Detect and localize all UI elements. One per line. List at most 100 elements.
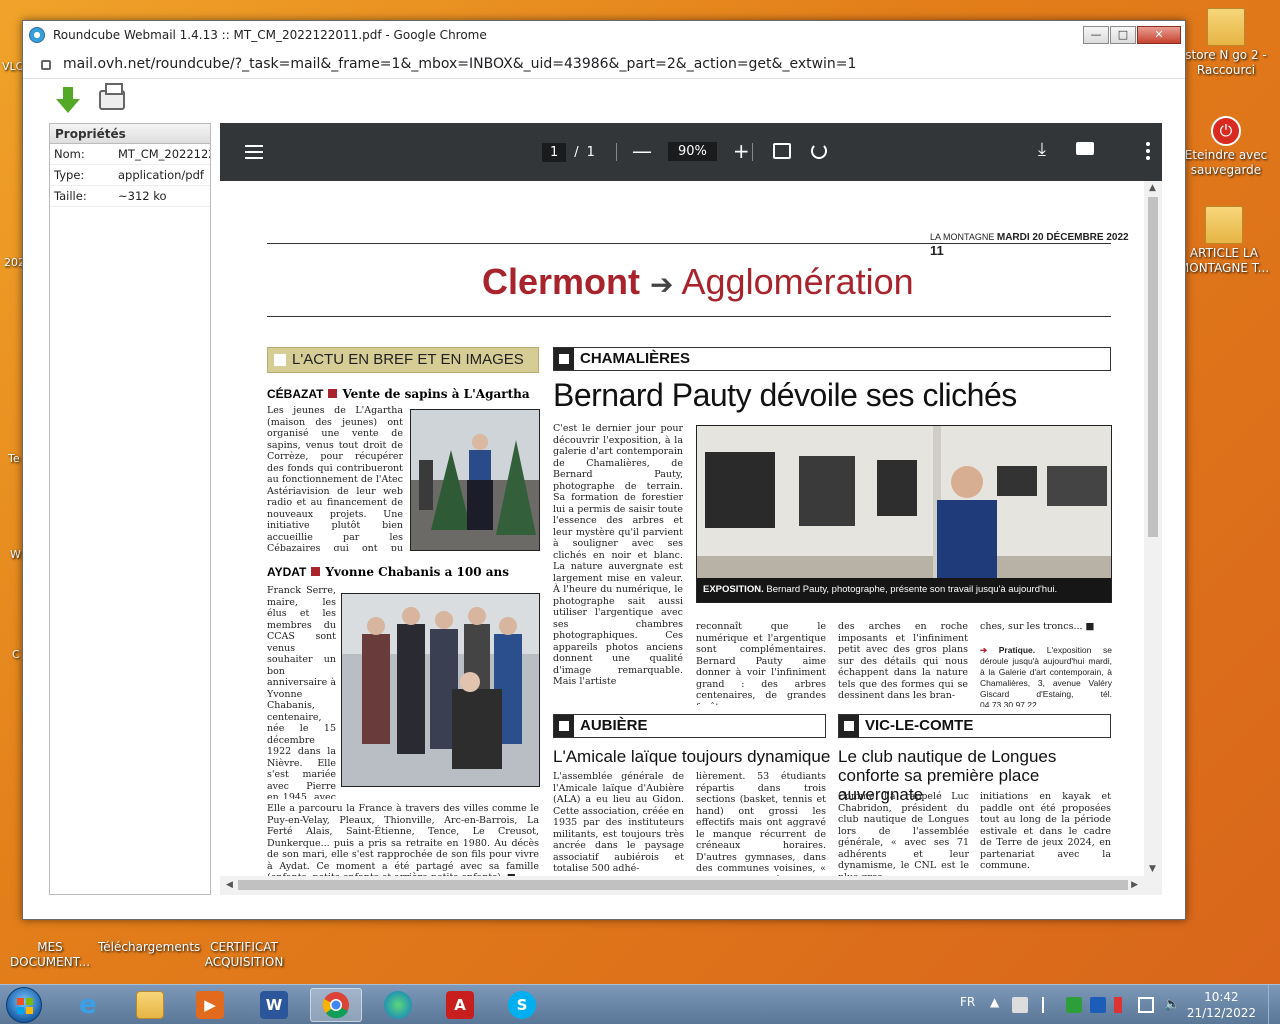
taskbar-acrobat-button[interactable]: A — [434, 988, 486, 1022]
scroll-left-icon[interactable]: ◀ — [226, 880, 233, 890]
windows-logo-icon — [17, 998, 33, 1014]
network-icon[interactable] — [1138, 997, 1154, 1013]
print-icon — [1076, 142, 1094, 155]
rotate-button[interactable] — [811, 143, 827, 159]
network-app-icon[interactable] — [1090, 997, 1106, 1013]
menu-icon[interactable] — [245, 145, 263, 159]
print-button[interactable] — [97, 83, 127, 115]
taskbar-edge-button[interactable] — [372, 988, 424, 1022]
language-indicator[interactable]: FR — [960, 995, 975, 1024]
download-button[interactable] — [53, 85, 83, 115]
vic-col1: Comme l'a rappelé Luc Chabridon, préside… — [838, 791, 969, 876]
word-icon: W — [260, 991, 288, 1019]
desktop-icon-label: store N go 2 - Raccourci — [1185, 48, 1267, 77]
page-separator: / — [574, 144, 579, 160]
brief-title: Vente de sapins à L'Agartha — [342, 387, 530, 401]
brief-text: Franck Serre, maire, les élus et les mem… — [267, 585, 336, 799]
zoom-out-button[interactable]: — — [632, 141, 652, 161]
folder-icon — [1205, 206, 1243, 244]
internet-explorer-icon: e — [79, 990, 97, 1020]
property-value: application/pdf — [118, 168, 204, 182]
rotate-icon — [811, 143, 827, 159]
flag-icon[interactable] — [1042, 997, 1058, 1013]
address-bar[interactable]: mail.ovh.net/roundcube/?_task=mail&_fram… — [23, 49, 1185, 79]
desktop-icon-label: Eteindre avec sauvegarde — [1184, 148, 1268, 177]
desktop-icon-label: Téléchargements — [98, 940, 201, 954]
maximize-button[interactable]: □ — [1110, 26, 1136, 44]
desktop-icon-certificat[interactable]: CERTIFICAT ACQUISITION — [196, 924, 292, 970]
brief-text-continued: Elle a parcouru la France à travers des … — [267, 803, 539, 876]
chrome-icon — [322, 992, 349, 1019]
taskbar-explorer-button[interactable] — [124, 988, 176, 1022]
toolbar-divider — [752, 143, 753, 161]
scroll-right-icon[interactable]: ▶ — [1131, 880, 1138, 890]
page-number: 11 — [930, 243, 944, 258]
main-article-col1: C'est le dernier jour pour découvrir l'e… — [553, 423, 683, 687]
tray-expand-icon[interactable]: ▲ — [990, 995, 999, 1024]
taskbar-media-button[interactable]: ▶ — [184, 988, 236, 1022]
caption-text: Bernard Pauty, photographe, présente son… — [766, 584, 1058, 595]
scrollbar-thumb[interactable] — [238, 880, 1128, 890]
fit-page-button[interactable] — [773, 143, 791, 159]
pratique-label: Pratique. — [998, 645, 1036, 655]
desktop-icon-article[interactable]: ARTICLE LA MONTAGNE T... — [1176, 206, 1272, 276]
download-arrow-icon — [56, 87, 80, 113]
printer-icon — [99, 83, 125, 110]
masthead: Clermont ➔ Agglomération — [482, 261, 914, 303]
header-rule — [267, 243, 1111, 244]
desktop-icon-label: CERTIFICAT ACQUISITION — [204, 940, 284, 969]
taskbar-skype-button[interactable]: S — [496, 988, 548, 1022]
zoom-in-button[interactable]: + — [733, 141, 750, 161]
url-text[interactable]: mail.ovh.net/roundcube/?_task=mail&_fram… — [63, 56, 856, 72]
clock[interactable]: 10:42 21/12/2022 — [1187, 989, 1256, 1021]
close-button[interactable]: ✕ — [1137, 26, 1181, 44]
publication-name: LA MONTAGNE — [930, 232, 995, 242]
file-explorer-icon — [136, 991, 164, 1019]
skype-icon: S — [508, 991, 536, 1019]
pdf-download-button[interactable]: ⤓ — [1038, 139, 1046, 160]
pdf-print-button[interactable] — [1076, 139, 1094, 155]
more-options-icon[interactable] — [1146, 142, 1150, 160]
scrollbar-thumb[interactable] — [1148, 197, 1158, 537]
desktop-edge-label: C — [12, 648, 20, 661]
desktop-icon-eteindre[interactable]: ⏻ Eteindre avec sauvegarde — [1178, 112, 1274, 178]
brief-title: Yvonne Chabanis a 100 ans — [325, 565, 510, 579]
taskbar-word-button[interactable]: W — [248, 988, 300, 1022]
printer-tray-icon[interactable] — [1012, 997, 1028, 1013]
aubiere-col1: L'assemblée générale de l'Amicale laïque… — [553, 771, 684, 874]
scroll-down-icon[interactable]: ▼ — [1149, 864, 1156, 874]
vertical-scrollbar[interactable]: ▲ ▼ — [1144, 181, 1162, 876]
main-article-col3: des arches en roche imposants et l'infin… — [838, 621, 968, 701]
media-player-icon: ▶ — [196, 991, 224, 1019]
properties-panel: Propriétés Nom: MT_CM_2022122011.pdf Typ… — [49, 123, 211, 895]
property-row: Type: application/pdf — [50, 165, 210, 186]
pratique-box: ➔ Pratique. L'exposition se déroule jusq… — [980, 645, 1112, 707]
zoom-input[interactable]: 90% — [668, 141, 717, 161]
roundcube-favicon-icon — [29, 27, 45, 43]
download-icon: ⤓ — [1038, 139, 1046, 160]
pdf-page: LA MONTAGNE MARDI 20 DÉCEMBRE 2022 11 Cl… — [220, 181, 1144, 876]
section-header-vic-le-comte: VIC-LE-COMTE — [838, 714, 1111, 738]
desktop-icon-telechargements[interactable]: Téléchargements — [98, 924, 200, 955]
usb-icon[interactable] — [1114, 997, 1122, 1013]
volume-icon[interactable]: 🔈 — [1164, 997, 1180, 1013]
acrobat-icon: A — [446, 991, 474, 1019]
property-row: Taille: ~312 ko — [50, 186, 210, 207]
start-button[interactable] — [6, 987, 42, 1023]
taskbar-chrome-button[interactable] — [310, 988, 362, 1022]
publication-header: LA MONTAGNE MARDI 20 DÉCEMBRE 2022 11 — [930, 232, 1144, 258]
page-total: 1 — [586, 144, 595, 160]
page-number-input[interactable]: 1 — [542, 142, 567, 162]
desktop-icon-store-n-go[interactable]: store N go 2 - Raccourci — [1178, 8, 1274, 78]
horizontal-scrollbar[interactable]: ◀ ▶ — [220, 876, 1162, 895]
security-icon[interactable] — [1066, 997, 1082, 1013]
title-bar[interactable]: Roundcube Webmail 1.4.13 :: MT_CM_202212… — [23, 21, 1185, 49]
desktop-icon-mes-documents[interactable]: MES DOCUMENT... — [2, 924, 98, 970]
taskbar-ie-button[interactable]: e — [62, 988, 114, 1022]
desktop-icon-label: ARTICLE LA MONTAGNE T... — [1178, 246, 1270, 275]
scroll-up-icon[interactable]: ▲ — [1149, 183, 1156, 193]
minimize-button[interactable]: — — [1083, 26, 1109, 44]
window-title: Roundcube Webmail 1.4.13 :: MT_CM_202212… — [53, 28, 487, 42]
show-desktop-button[interactable] — [1268, 985, 1280, 1024]
pdf-viewer: 1 / 1 — 90% + ⤓ LA MONTAGNE MARDI 20 DÉC… — [220, 123, 1162, 895]
